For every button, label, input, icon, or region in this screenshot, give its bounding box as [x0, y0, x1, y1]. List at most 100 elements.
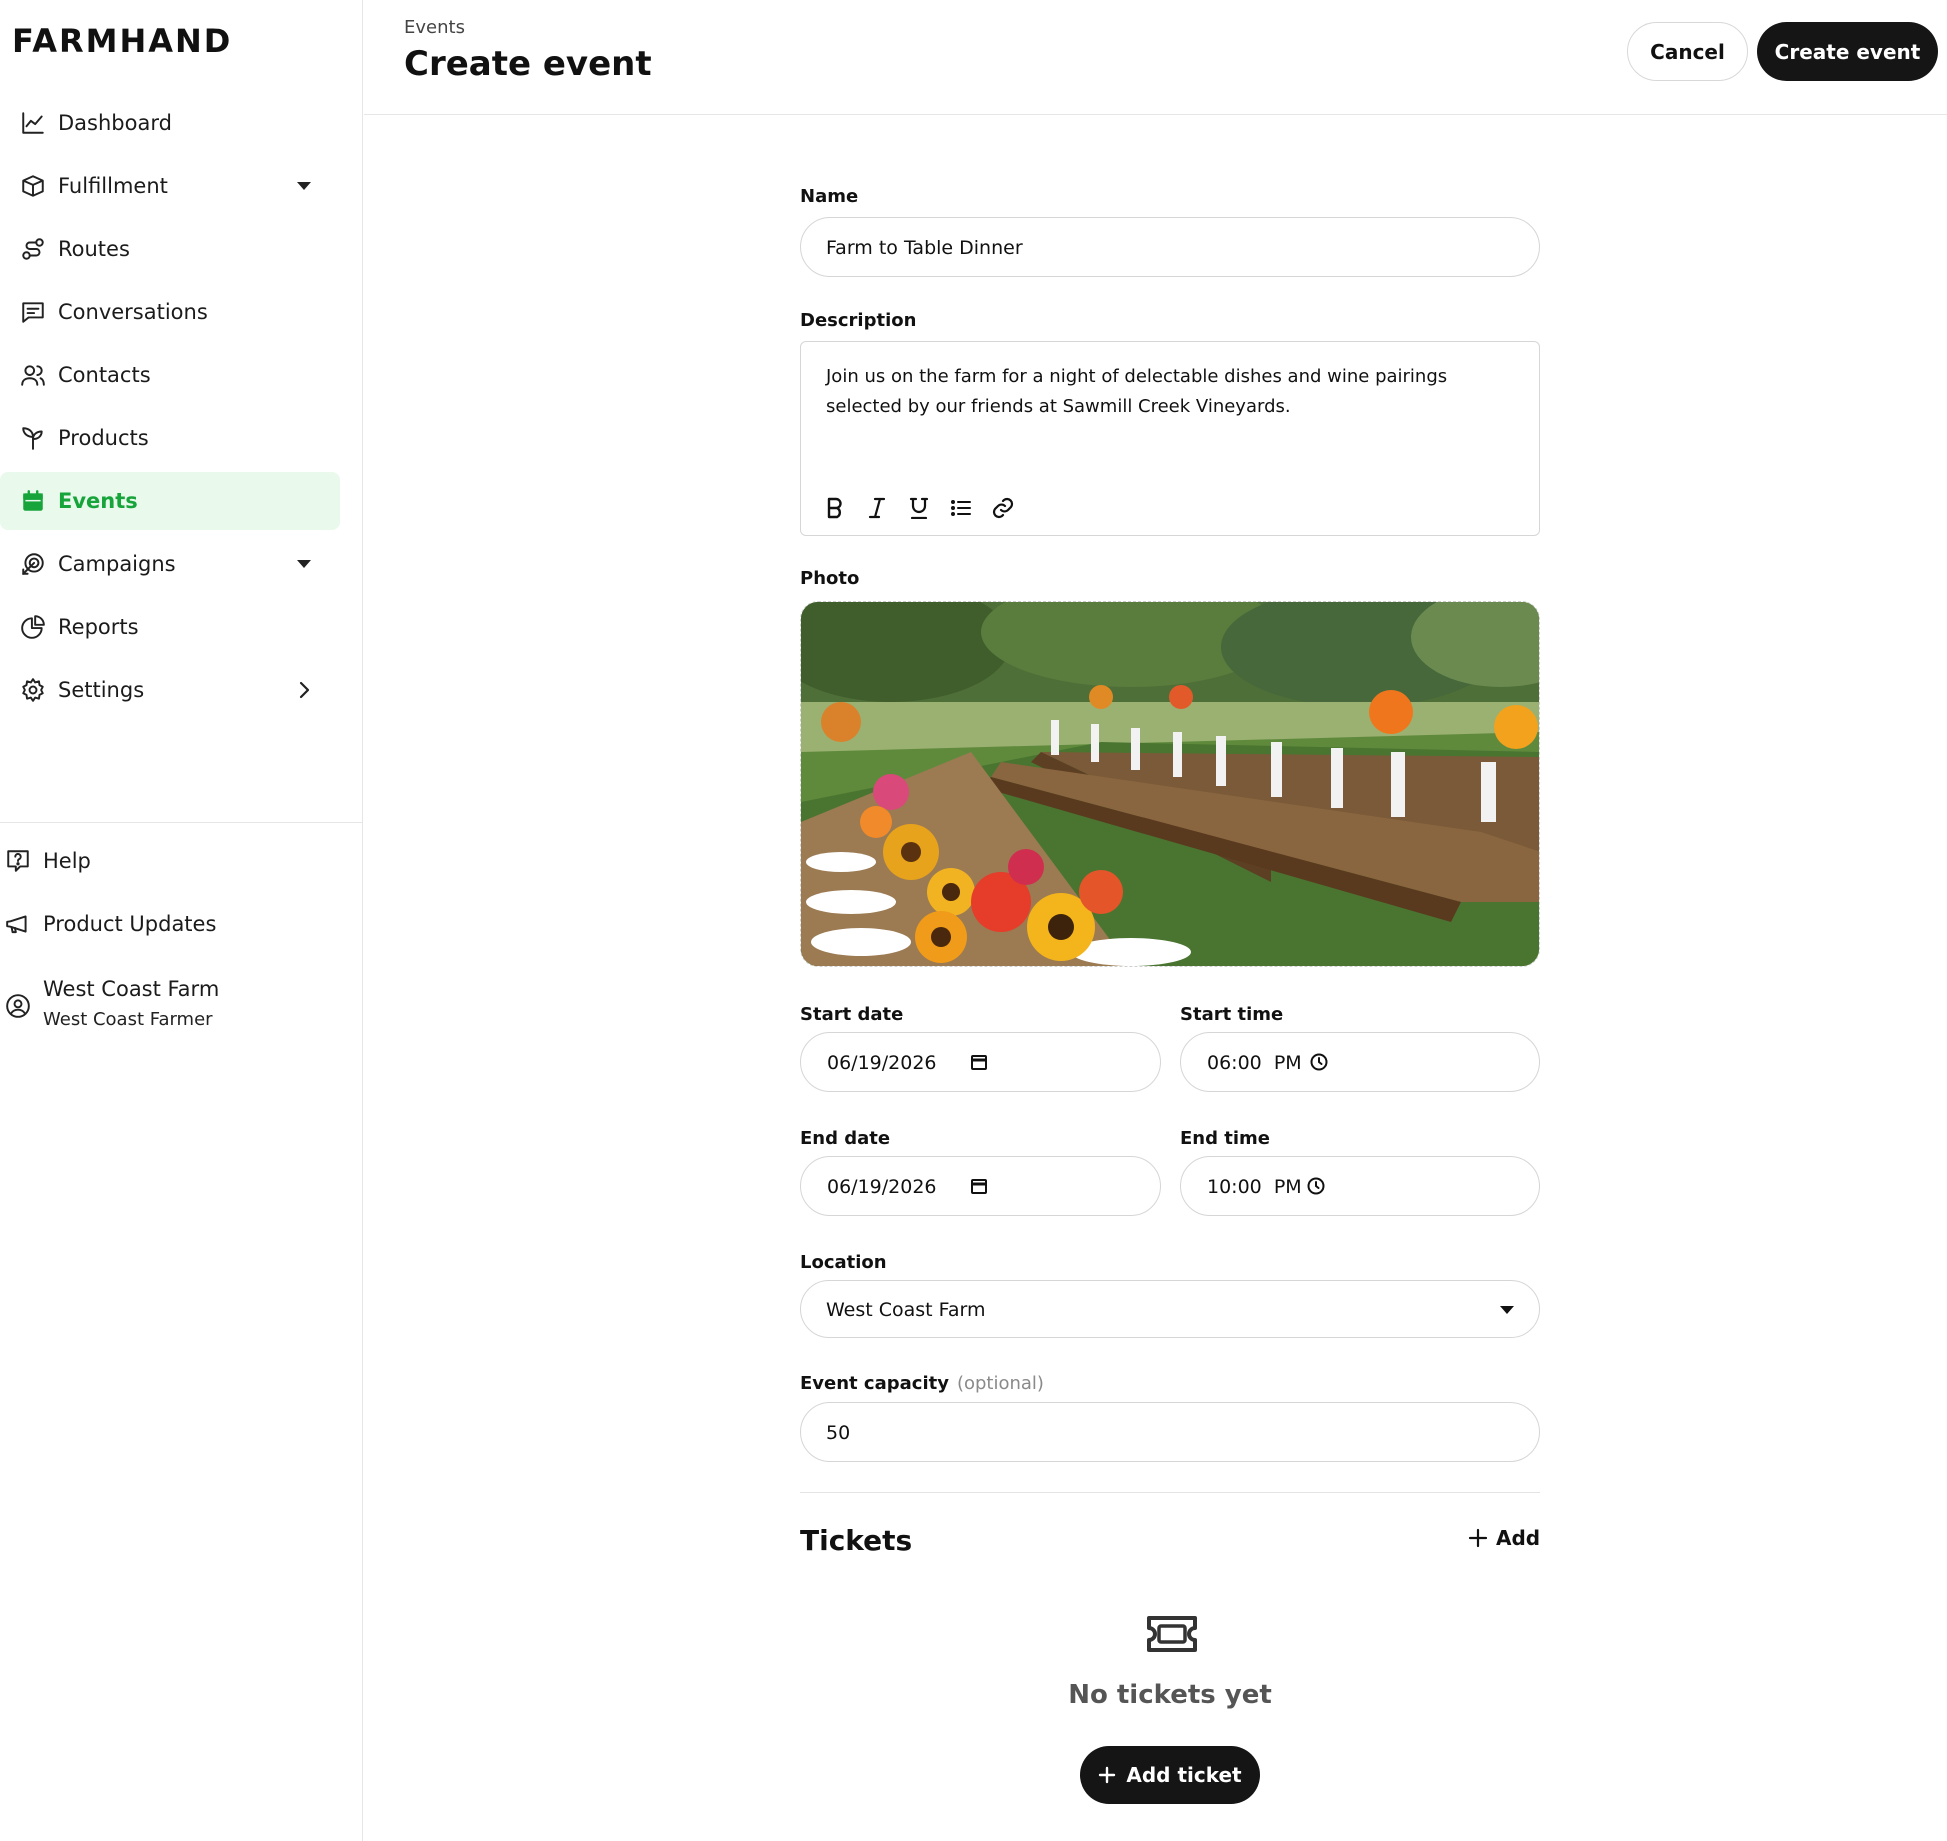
sidebar-item-label: Routes	[58, 237, 130, 261]
sidebar-item-label: Settings	[58, 678, 145, 702]
end-date-label: End date	[800, 1128, 891, 1149]
plus-icon	[1468, 1528, 1488, 1548]
empty-state-text: No tickets yet	[1068, 1680, 1272, 1710]
sidebar-item-conversations[interactable]: Conversations	[0, 283, 340, 341]
account-user: West Coast Farmer	[43, 1009, 213, 1030]
plus-icon	[1099, 1766, 1116, 1784]
start-date-label: Start date	[800, 1004, 904, 1025]
calendar-icon[interactable]	[967, 1174, 991, 1198]
help-link[interactable]: Help	[0, 833, 340, 889]
start-time-label: Start time	[1180, 1004, 1284, 1025]
name-label: Name	[800, 186, 859, 207]
users-icon	[20, 362, 46, 388]
link-icon[interactable]	[987, 492, 1019, 524]
sidebar-item-label: Conversations	[58, 300, 208, 324]
add-ticket-label: Add ticket	[1126, 1763, 1242, 1787]
italic-icon[interactable]	[861, 492, 893, 524]
product-updates-label: Product Updates	[43, 912, 217, 936]
name-value: Farm to Table Dinner	[826, 237, 1023, 259]
sidebar-item-label: Contacts	[58, 363, 151, 387]
add-link-label: Add	[1496, 1526, 1541, 1550]
sidebar-item-dashboard[interactable]: Dashboard	[0, 94, 340, 152]
gear-icon	[20, 677, 46, 703]
help-icon	[5, 848, 31, 874]
sidebar-item-label: Campaigns	[58, 552, 176, 576]
end-time-input[interactable]: 10:00 PM	[1180, 1156, 1540, 1216]
chevron-right-icon[interactable]	[292, 677, 316, 703]
sidebar-item-routes[interactable]: Routes	[0, 220, 340, 278]
chevron-down-icon[interactable]	[292, 551, 316, 577]
megaphone-target-icon	[20, 551, 46, 577]
megaphone-icon	[5, 911, 31, 937]
sidebar-item-label: Products	[58, 426, 149, 450]
tickets-heading: Tickets	[800, 1524, 913, 1557]
sidebar-item-fulfillment[interactable]: Fulfillment	[0, 157, 340, 215]
chevron-down-icon[interactable]	[292, 173, 316, 199]
sidebar-item-campaigns[interactable]: Campaigns	[0, 535, 340, 593]
sidebar-item-label: Dashboard	[58, 111, 172, 135]
capacity-value: 50	[826, 1422, 851, 1444]
pie-chart-icon	[20, 614, 46, 640]
page-title: Create event	[404, 44, 652, 84]
capacity-label: Event capacity (optional)	[800, 1373, 1044, 1394]
help-label: Help	[43, 849, 91, 873]
sidebar-item-reports[interactable]: Reports	[0, 598, 340, 656]
photo-label: Photo	[800, 568, 860, 589]
start-time-input[interactable]: 06:00 PM	[1180, 1032, 1540, 1092]
start-date-input[interactable]: 06/19/2026	[800, 1032, 1161, 1092]
rich-text-toolbar	[819, 492, 1019, 524]
message-icon	[20, 299, 46, 325]
box-icon	[20, 173, 46, 199]
capacity-label-text: Event capacity	[800, 1373, 949, 1394]
optional-tag: (optional)	[956, 1373, 1044, 1394]
location-label: Location	[800, 1252, 887, 1273]
ticket-icon	[1145, 1614, 1199, 1654]
sidebar-item-label: Reports	[58, 615, 139, 639]
clock-icon[interactable]	[1307, 1050, 1331, 1074]
description-editor[interactable]: Join us on the farm for a night of delec…	[800, 341, 1540, 536]
sidebar-item-label: Events	[58, 489, 138, 513]
user-circle-icon	[5, 993, 31, 1019]
sidebar-item-products[interactable]: Products	[0, 409, 340, 467]
description-text: Join us on the farm for a night of delec…	[826, 366, 1448, 417]
chart-line-icon	[20, 110, 46, 136]
calendar-icon[interactable]	[967, 1050, 991, 1074]
create-event-button[interactable]: Create event	[1757, 22, 1938, 81]
location-value: West Coast Farm	[826, 1299, 986, 1321]
clock-icon[interactable]	[1304, 1174, 1328, 1198]
sidebar-item-settings[interactable]: Settings	[0, 661, 340, 719]
end-time-value: 10:00 PM	[1207, 1176, 1302, 1198]
calendar-icon	[20, 488, 46, 514]
underline-icon[interactable]	[903, 492, 935, 524]
page-header: Events Create event Cancel Create event	[364, 0, 1947, 115]
end-date-value: 06/19/2026	[827, 1176, 937, 1198]
event-photo[interactable]	[800, 601, 1540, 967]
sprout-icon	[20, 425, 46, 451]
app-logo[interactable]: FARMHAND	[12, 22, 232, 60]
product-updates-link[interactable]: Product Updates	[0, 896, 340, 952]
chevron-down-icon	[1495, 1298, 1519, 1322]
sidebar: FARMHAND Dashboard Fulfillment Routes Co…	[0, 0, 363, 1841]
section-divider	[800, 1492, 1540, 1493]
add-ticket-button[interactable]: Add ticket	[1080, 1746, 1260, 1804]
sidebar-divider	[0, 822, 363, 823]
sidebar-item-contacts[interactable]: Contacts	[0, 346, 340, 404]
sidebar-item-events[interactable]: Events	[0, 472, 340, 530]
add-ticket-link[interactable]: Add	[1468, 1526, 1540, 1550]
description-label: Description	[800, 310, 917, 331]
start-date-value: 06/19/2026	[827, 1052, 937, 1074]
name-input[interactable]: Farm to Table Dinner	[800, 217, 1540, 277]
location-select[interactable]: West Coast Farm	[800, 1280, 1540, 1338]
bullet-list-icon[interactable]	[945, 492, 977, 524]
account-switcher[interactable]: West Coast Farm West Coast Farmer	[0, 973, 340, 1039]
end-date-input[interactable]: 06/19/2026	[800, 1156, 1161, 1216]
route-icon	[20, 236, 46, 262]
sidebar-item-label: Fulfillment	[58, 174, 168, 198]
end-time-label: End time	[1180, 1128, 1270, 1149]
capacity-input[interactable]: 50	[800, 1402, 1540, 1462]
cancel-button[interactable]: Cancel	[1627, 22, 1748, 81]
bold-icon[interactable]	[819, 492, 851, 524]
breadcrumb[interactable]: Events	[404, 17, 465, 38]
account-name: West Coast Farm	[43, 977, 220, 1001]
start-time-value: 06:00 PM	[1207, 1052, 1302, 1074]
